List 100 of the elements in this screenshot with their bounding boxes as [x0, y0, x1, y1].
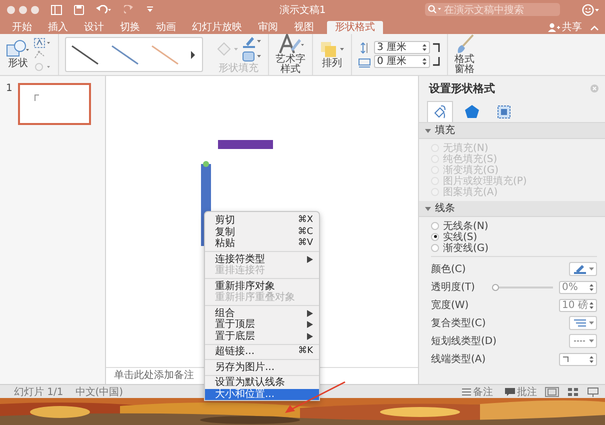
menu-item[interactable]: 组合 [205, 308, 319, 319]
menu-item[interactable]: 大小和位置... [205, 388, 319, 400]
menu-item[interactable]: 剪切 ⌘X [205, 215, 319, 226]
line-style-icon[interactable] [70, 44, 100, 66]
shape-width-icon [358, 56, 371, 68]
text-box-icon[interactable] [34, 38, 52, 48]
slide-counter: 幻灯片 1/1 [14, 386, 64, 398]
option-label: 实线(S) [443, 230, 478, 243]
arrow [284, 381, 346, 414]
ribbon-label: 形状填充 [218, 64, 258, 74]
slide-thumbnail[interactable] [18, 83, 91, 126]
line-cap-icon [562, 355, 570, 364]
shapes-icon[interactable] [6, 40, 30, 58]
ribbon-label: 排列 [322, 59, 342, 70]
ribbon-label: 形状 [8, 59, 28, 70]
height-field[interactable]: 3 厘米 [374, 41, 430, 54]
caret-icon [588, 339, 594, 344]
option-label: 渐变线(G) [443, 242, 489, 255]
slideshow-icon[interactable] [587, 386, 599, 396]
language-label: 中文(中国) [75, 386, 124, 398]
option-label: 渐变填充(G) [443, 164, 499, 176]
lines-icon [572, 318, 586, 328]
menu-item: 重新排序重叠对象 [214, 292, 296, 304]
menu-item[interactable]: 超链接... ⌘K [205, 346, 319, 358]
effects-icon[interactable] [242, 50, 262, 64]
option-label: 无线条(N) [443, 220, 488, 232]
stepper-icon[interactable] [422, 57, 427, 66]
option-label: 图片或纹理填充(P) [443, 174, 527, 187]
smiley-icon[interactable] [582, 4, 600, 16]
menu-item[interactable]: 置于底层 [205, 330, 319, 342]
sidebar-icon[interactable] [51, 4, 62, 15]
gallery-arrow-icon[interactable] [190, 50, 196, 59]
pane-tab[interactable] [427, 101, 453, 122]
pentagon-icon [464, 104, 480, 120]
menu-item[interactable]: 置于顶层 [205, 319, 319, 330]
cap-type-field[interactable] [559, 352, 597, 366]
menu-item[interactable]: 另存为图片... [205, 362, 319, 373]
section-header[interactable]: 填充 [419, 123, 605, 140]
undo-icon[interactable] [96, 4, 112, 15]
menu-item: 重排连接符 [214, 265, 266, 276]
stepper-icon[interactable] [589, 354, 594, 364]
text-art-icon[interactable] [276, 34, 304, 54]
stepper-icon[interactable] [589, 282, 594, 292]
pen-icon[interactable] [242, 35, 262, 48]
menu-item[interactable]: 连接符类型 [205, 254, 319, 265]
corner-bottom-icon [433, 56, 441, 67]
fill-line-icon [432, 104, 448, 120]
ribbon-label: 艺术字样式 [275, 55, 306, 76]
transparency-slider[interactable] [493, 284, 553, 291]
section-header[interactable]: 线条 [419, 201, 605, 218]
radio-button[interactable] [431, 232, 439, 241]
property-label: 透明度(T) [431, 280, 475, 294]
slider-thumb[interactable] [492, 284, 499, 291]
pen-icon [572, 264, 586, 274]
line-style-icon[interactable] [110, 44, 140, 66]
caret-icon [588, 321, 594, 326]
normal-view-icon[interactable] [545, 386, 559, 396]
rectangle-shape[interactable] [218, 140, 273, 150]
value-field[interactable]: 0% [559, 280, 597, 294]
option-label: 图案填充(A) [443, 186, 498, 199]
corner-top-icon [433, 42, 441, 53]
property-label: 线端类型(A) [431, 352, 486, 366]
radio-button[interactable] [431, 244, 439, 252]
option-label: 无填充(N) [443, 142, 488, 154]
menu-item[interactable]: 复制 ⌘C [205, 226, 319, 238]
connector-icon [34, 62, 52, 72]
mini-shapes-icon [34, 94, 40, 102]
redo-icon [124, 4, 134, 15]
ribbon-tab[interactable]: 形状格式 [327, 20, 383, 34]
window-title: 演示文稿1 [278, 4, 327, 17]
stepper-icon[interactable] [422, 43, 427, 52]
property-label: 宽度(W) [431, 298, 469, 312]
ribbon-label: 格式窗格 [454, 55, 475, 76]
caret-icon [588, 267, 594, 272]
color-picker[interactable] [569, 262, 597, 276]
edit-points-icon [34, 50, 45, 60]
collapse-icon[interactable] [590, 24, 599, 31]
paint-bucket-icon [215, 41, 239, 58]
search-icon [428, 5, 442, 14]
comments-button[interactable]: 批注 [505, 384, 537, 398]
slide-sorter-icon[interactable] [567, 386, 579, 396]
menu-item[interactable]: 粘贴 ⌘V [205, 238, 319, 250]
property-label: 颜色(C) [431, 262, 466, 276]
comment-icon [505, 388, 515, 396]
stepper-icon[interactable] [589, 300, 594, 310]
compound-type-dropdown[interactable] [569, 316, 597, 330]
dash-type-dropdown[interactable] [569, 334, 597, 348]
radio-button[interactable] [431, 222, 439, 230]
save-icon[interactable] [74, 4, 84, 15]
menu-item[interactable]: 重新排序对象 [205, 280, 319, 292]
option-label: 纯色填充(S) [443, 152, 498, 165]
value-field[interactable]: 10 磅 [559, 298, 597, 312]
slide-number: 1 [6, 83, 14, 94]
pane-title: 设置形状格式 [429, 81, 495, 96]
add-person-icon [548, 22, 560, 32]
property-label: 短划线类型(D) [431, 334, 497, 348]
property-label: 复合类型(C) [431, 316, 486, 330]
notes-icon [462, 388, 471, 396]
notes-button[interactable]: 备注 [462, 384, 493, 398]
width-field[interactable]: 0 厘米 [374, 55, 430, 68]
